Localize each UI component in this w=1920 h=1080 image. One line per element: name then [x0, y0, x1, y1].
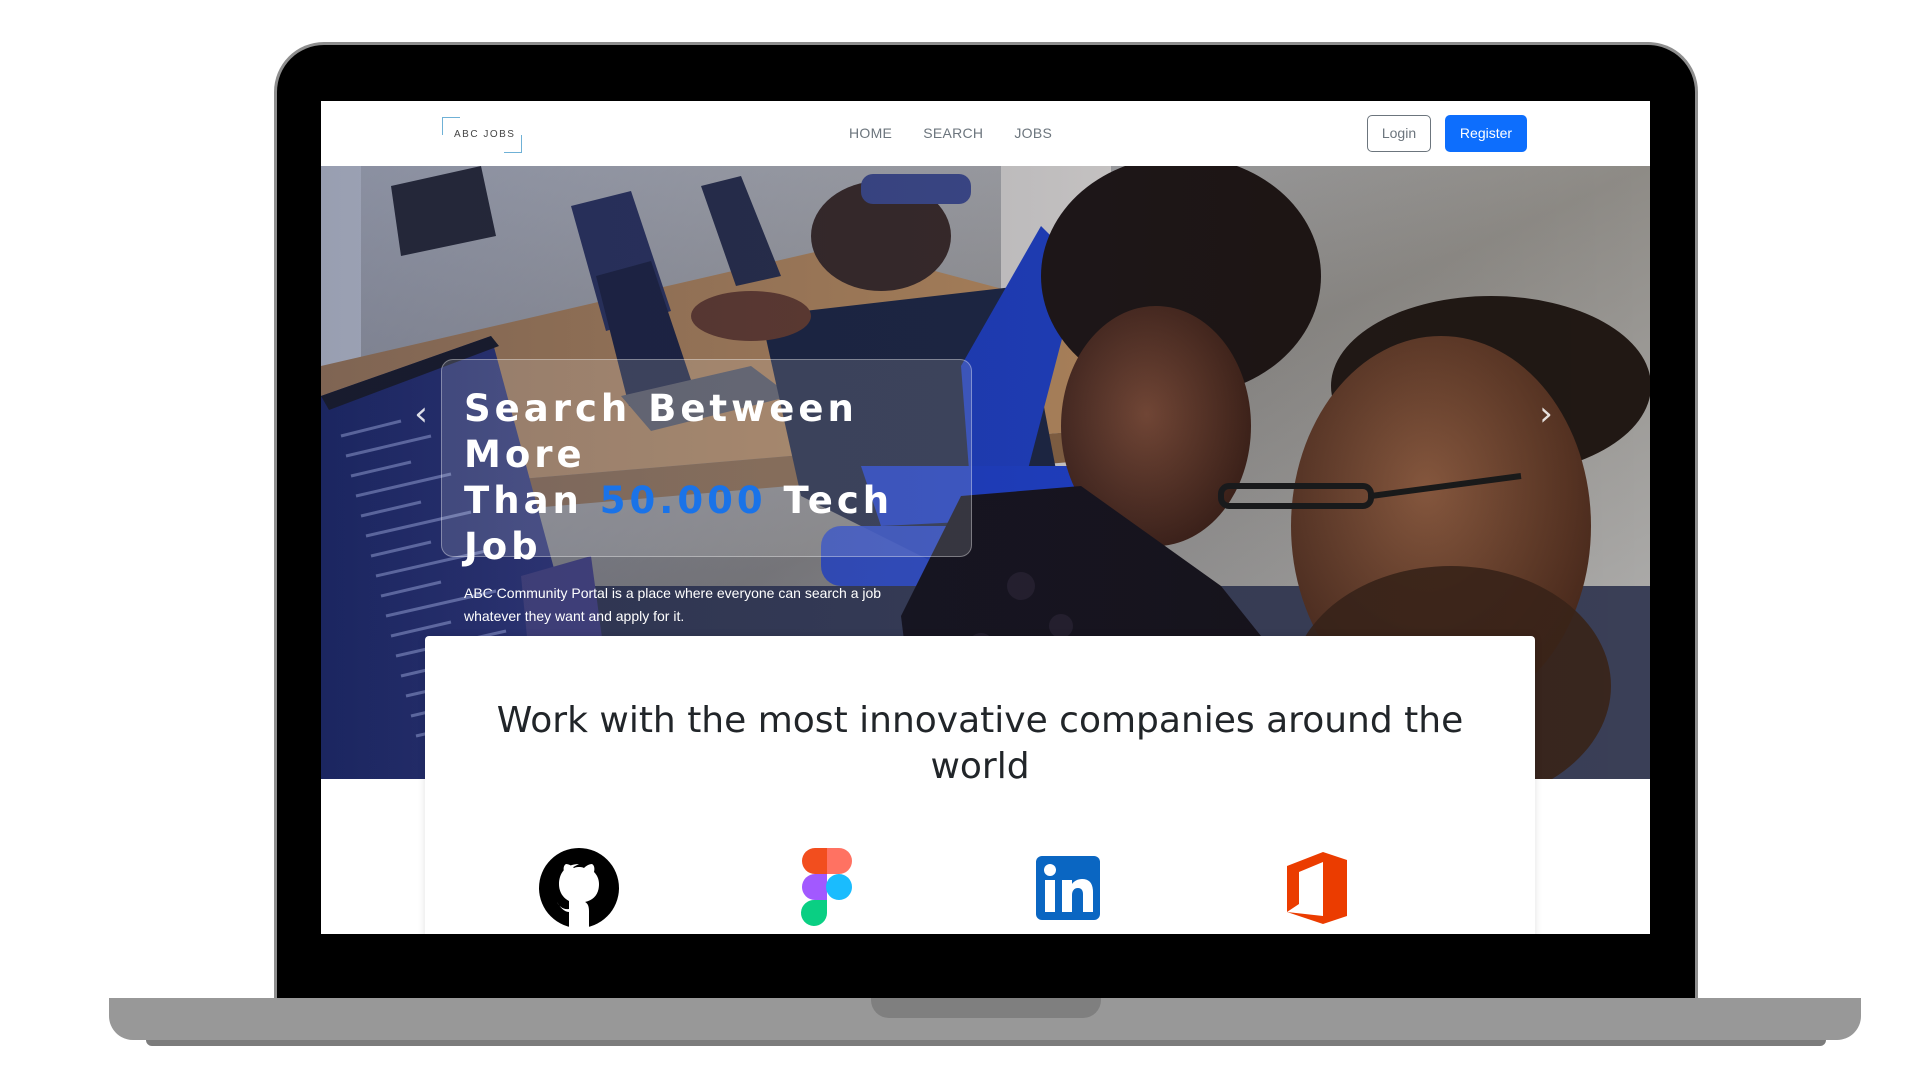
- figma-icon[interactable]: [785, 846, 869, 930]
- hero-heading-line2-pre: Than: [464, 479, 600, 522]
- hero-heading: Search Between More Than 50.000 Tech Job: [464, 386, 949, 570]
- laptop-base-shadow: [146, 1040, 1826, 1046]
- office-icon[interactable]: [1275, 846, 1359, 930]
- hero-heading-line1: Search Between More: [464, 387, 858, 476]
- logo-text: ABC JOBS: [454, 129, 516, 140]
- github-icon[interactable]: [537, 846, 621, 930]
- nav-links: HOME SEARCH JOBS: [849, 125, 1052, 141]
- hero-subtitle: ABC Community Portal is a place where ev…: [464, 585, 882, 624]
- hero-caption-card: Search Between More Than 50.000 Tech Job…: [441, 359, 972, 624]
- laptop-notch: [871, 998, 1101, 1018]
- navbar: ABC JOBS HOME SEARCH JOBS Login Register: [321, 101, 1650, 166]
- nav-link-home[interactable]: HOME: [849, 125, 892, 141]
- register-button[interactable]: Register: [1445, 115, 1527, 152]
- companies-section: Work with the most innovative companies …: [425, 636, 1535, 934]
- brand-logo[interactable]: ABC JOBS: [442, 117, 522, 153]
- chevron-left-icon: ‹: [414, 394, 428, 434]
- carousel-next-button[interactable]: ›: [1531, 394, 1561, 434]
- chevron-right-icon: ›: [1539, 394, 1553, 434]
- login-button[interactable]: Login: [1367, 115, 1431, 152]
- companies-heading: Work with the most innovative companies …: [496, 700, 1464, 787]
- hero-heading-highlight: 50.000: [599, 479, 767, 522]
- laptop-screen: ABC JOBS HOME SEARCH JOBS Login Register: [321, 101, 1650, 934]
- nav-link-search[interactable]: SEARCH: [923, 125, 983, 141]
- carousel-prev-button[interactable]: ‹: [406, 394, 436, 434]
- linkedin-icon[interactable]: [1028, 846, 1112, 930]
- nav-link-jobs[interactable]: JOBS: [1014, 125, 1052, 141]
